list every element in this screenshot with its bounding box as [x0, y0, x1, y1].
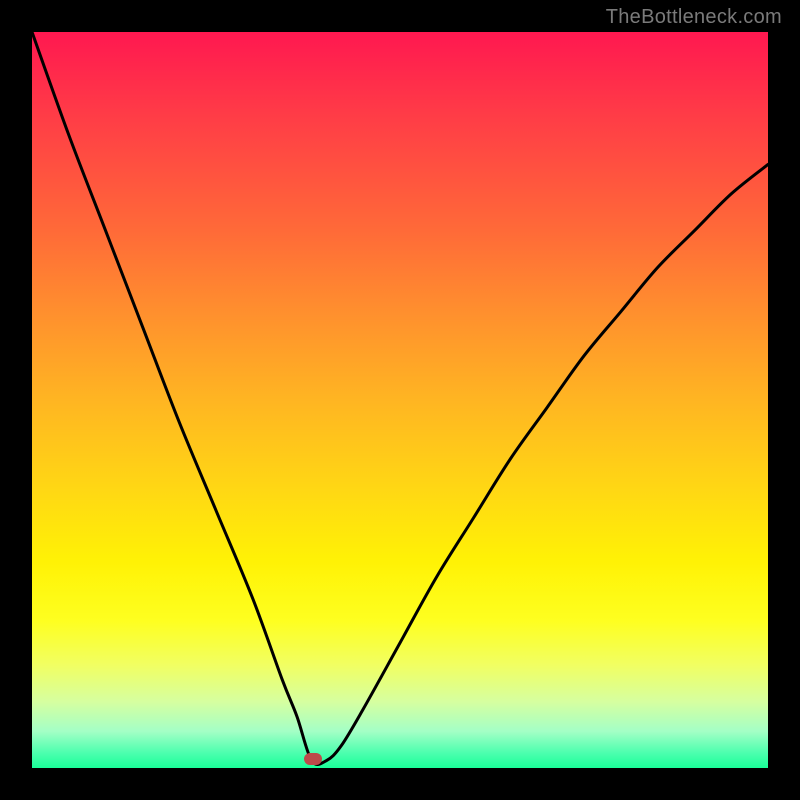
bottleneck-curve — [32, 32, 768, 768]
curve-path — [32, 32, 768, 765]
chart-frame: TheBottleneck.com — [0, 0, 800, 800]
watermark-label: TheBottleneck.com — [606, 6, 782, 29]
plot-area — [32, 32, 768, 768]
optimal-point-marker — [304, 753, 322, 765]
